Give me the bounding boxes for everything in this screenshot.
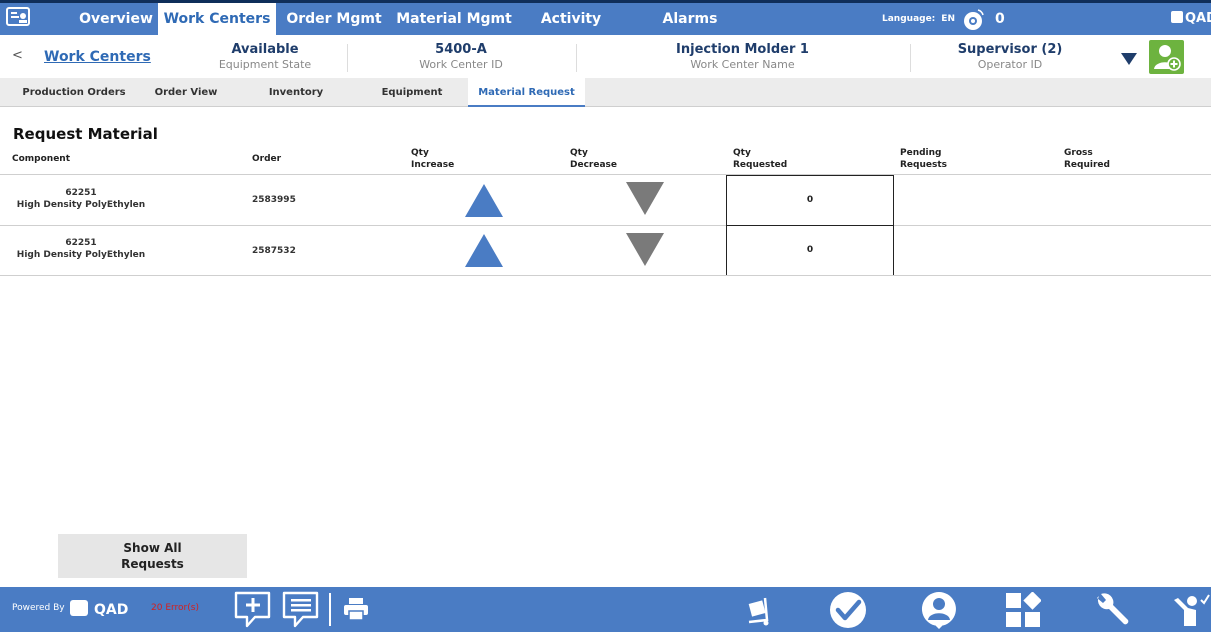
divider xyxy=(347,44,348,72)
error-count-link[interactable]: 20 Error(s) xyxy=(151,603,199,613)
labor-report-icon[interactable] xyxy=(1170,592,1211,630)
qad-logo: QAD xyxy=(70,600,128,618)
print-icon[interactable] xyxy=(343,597,369,621)
subtab-inventory[interactable]: Inventory xyxy=(256,78,336,107)
breadcrumb-work-centers[interactable]: Work Centers xyxy=(44,49,151,65)
qty-decrease-button[interactable] xyxy=(626,182,664,215)
language-selector[interactable]: Language: EN xyxy=(882,3,955,35)
language-value[interactable]: EN xyxy=(941,14,955,24)
qad-mark-icon xyxy=(70,600,88,616)
order-cell: 2587532 xyxy=(252,246,296,256)
work-center-name-label: Work Center Name xyxy=(690,58,795,71)
alarm-beacon-icon[interactable] xyxy=(961,8,985,32)
order-cell: 2583995 xyxy=(252,195,296,205)
col-header-gross-required: Gross Required xyxy=(1064,148,1110,170)
equipment-state: Available Equipment State xyxy=(205,42,325,72)
component-cell: 62251 High Density PolyEthylen xyxy=(16,238,146,260)
work-center-name-value: Injection Molder 1 xyxy=(676,42,809,57)
qad-mark-icon xyxy=(1171,11,1183,23)
subtab-equipment[interactable]: Equipment xyxy=(372,78,452,107)
add-user-icon xyxy=(1154,45,1181,71)
work-center-id-label: Work Center ID xyxy=(419,58,503,71)
qty-increase-button[interactable] xyxy=(465,234,503,267)
page-title: Request Material xyxy=(13,125,158,143)
operator-dropdown-icon[interactable] xyxy=(1121,53,1137,65)
powered-by-label: Powered By xyxy=(12,603,65,613)
tab-work-centers[interactable]: Work Centers xyxy=(158,3,276,35)
complete-icon[interactable] xyxy=(828,590,868,630)
divider xyxy=(910,44,911,72)
show-all-requests-button[interactable]: Show All Requests xyxy=(58,534,247,578)
operator-id-value: Supervisor (2) xyxy=(957,42,1063,57)
qty-requested-input[interactable]: 0 xyxy=(726,175,894,226)
subtab-production-orders[interactable]: Production Orders xyxy=(15,78,133,107)
col-header-qty-requested: Qty Requested xyxy=(733,148,788,170)
operator-id-label: Operator ID xyxy=(977,58,1043,71)
language-label: Language: xyxy=(882,14,936,24)
qty-decrease-button[interactable] xyxy=(626,233,664,266)
col-header-qty-decrease: Qty Decrease xyxy=(570,148,617,170)
col-header-component: Component xyxy=(12,154,71,164)
col-header-qty-increase: Qty Increase xyxy=(411,148,455,170)
tab-material-mgmt[interactable]: Material Mgmt xyxy=(394,3,514,35)
alarm-count: 0 xyxy=(995,11,1005,27)
table-row: 62251 High Density PolyEthylen 2583995 0 xyxy=(0,174,1211,226)
table-bottom-border xyxy=(0,275,1211,276)
subtab-order-view[interactable]: Order View xyxy=(146,78,226,107)
material-cart-icon[interactable] xyxy=(745,594,773,626)
work-center-id-value: 5400-A xyxy=(435,42,487,57)
subtab-material-request[interactable]: Material Request xyxy=(468,78,585,107)
messages-icon[interactable] xyxy=(281,589,321,629)
tab-alarms[interactable]: Alarms xyxy=(650,3,730,35)
qad-logo-top: QAD xyxy=(1171,3,1211,35)
table-row: 62251 High Density PolyEthylen 2587532 0 xyxy=(0,225,1211,276)
qty-increase-button[interactable] xyxy=(465,184,503,217)
add-operator-button[interactable] xyxy=(1149,40,1184,74)
toolbar-divider xyxy=(329,593,331,626)
col-header-pending-requests: Pending Requests xyxy=(900,148,948,170)
component-cell: 62251 High Density PolyEthylen xyxy=(16,188,146,210)
tab-activity-mgmt[interactable]: Activity Mgmt xyxy=(516,3,626,59)
qty-requested-input[interactable]: 0 xyxy=(726,225,894,276)
tab-order-mgmt[interactable]: Order Mgmt xyxy=(279,3,389,35)
back-button[interactable]: < xyxy=(12,48,23,63)
operator-icon[interactable] xyxy=(919,590,959,630)
maintenance-icon[interactable] xyxy=(1093,592,1131,630)
work-center-id: 5400-A Work Center ID xyxy=(400,42,522,72)
tab-overview[interactable]: Overview xyxy=(77,3,155,35)
sub-tabs: Production Orders Order View Inventory E… xyxy=(0,78,1211,107)
add-message-icon[interactable] xyxy=(233,589,273,629)
divider xyxy=(576,44,577,72)
bottom-toolbar: Powered By QAD 20 Error(s) xyxy=(0,587,1211,632)
workcenter-app-icon[interactable] xyxy=(6,6,30,30)
work-center-name: Injection Molder 1 Work Center Name xyxy=(660,42,825,72)
equipment-state-label: Equipment State xyxy=(218,58,312,71)
operator-id: Supervisor (2) Operator ID xyxy=(950,42,1070,72)
dashboard-icon[interactable] xyxy=(1005,592,1041,628)
equipment-state-value: Available xyxy=(231,42,299,57)
col-header-order: Order xyxy=(252,154,282,164)
top-navigation: Overview Work Centers Order Mgmt Materia… xyxy=(0,0,1211,59)
work-center-info-bar: < Work Centers Available Equipment State… xyxy=(0,38,1211,78)
